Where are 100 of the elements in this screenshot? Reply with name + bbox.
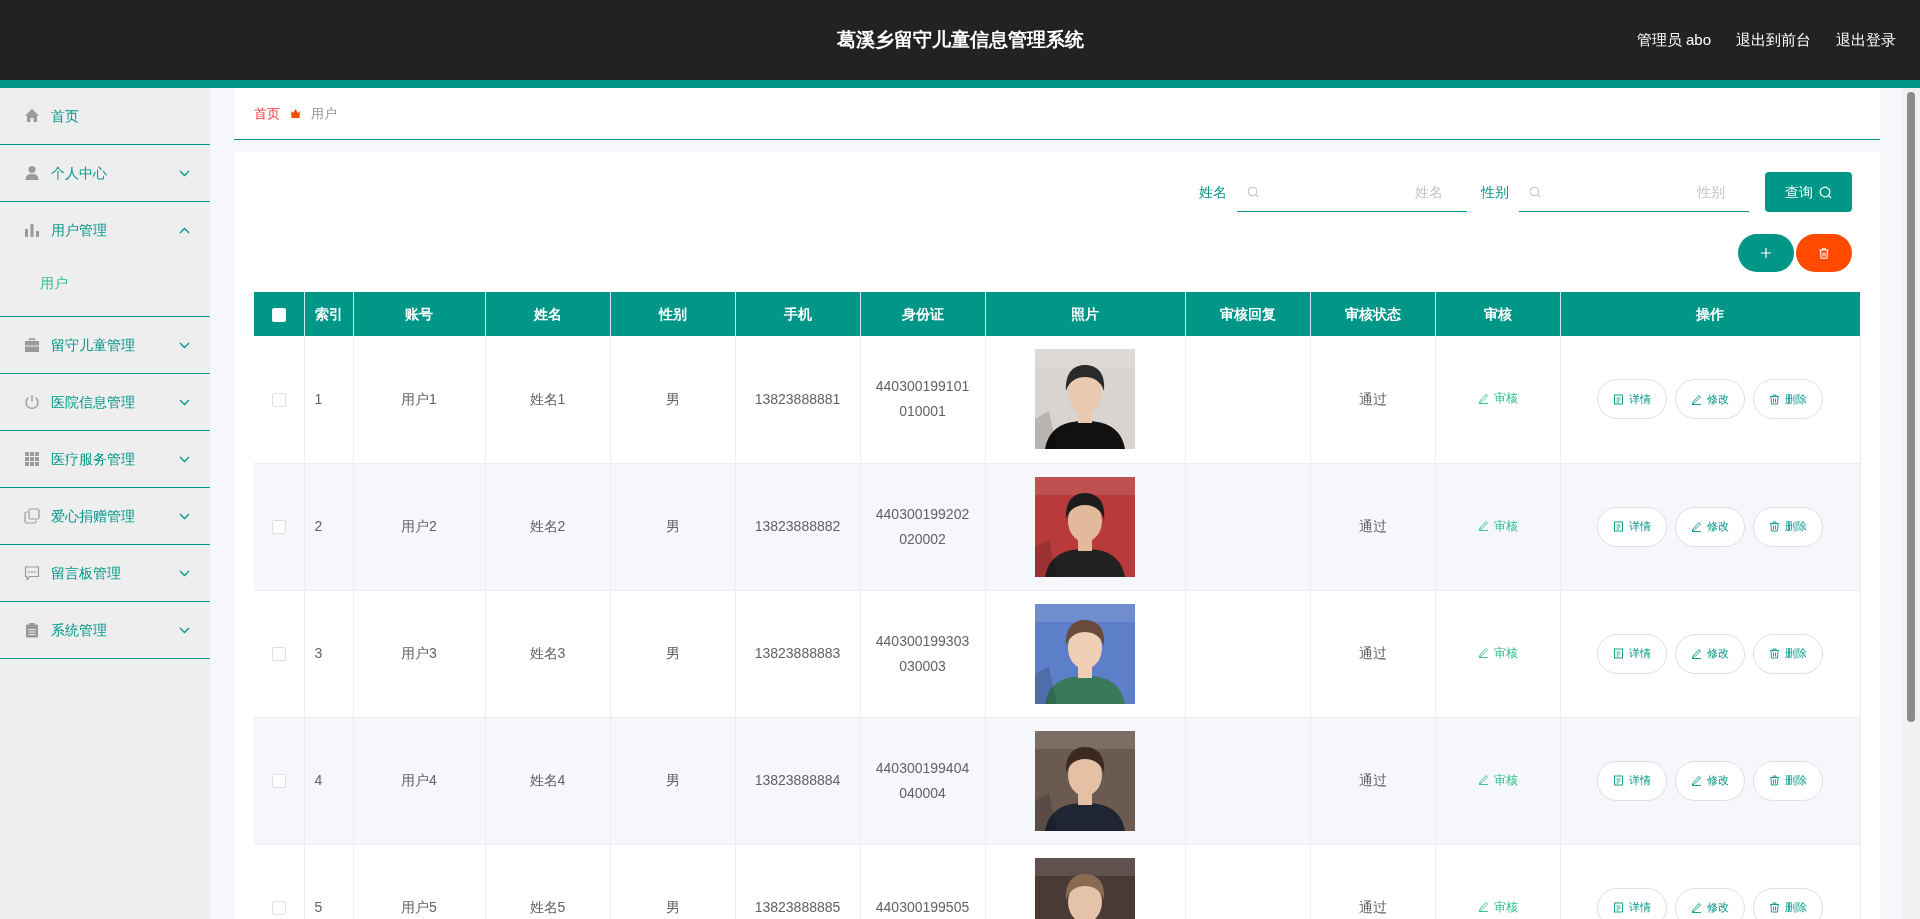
delete-button[interactable]: 删除 [1753,633,1823,674]
row-checkbox[interactable] [271,520,286,535]
review-link[interactable]: 审核 [1477,643,1518,662]
delete-button[interactable] [1796,234,1852,272]
power-icon [24,394,40,410]
grid-icon [24,451,40,467]
detail-button[interactable]: 详情 [1597,887,1667,919]
table-cell: 男 [665,518,680,534]
table-cell: 5 [314,899,323,915]
trash-icon [1769,521,1780,532]
table-cell: 男 [665,645,680,661]
edit-button[interactable]: 修改 [1675,506,1745,547]
header-link[interactable]: 退出登录 [1836,28,1896,52]
sidebar-item[interactable]: 医院信息管理 [0,374,210,430]
review-link[interactable]: 审核 [1477,897,1518,916]
search-field[interactable]: 姓名 [1237,172,1467,212]
plus-icon [1761,248,1771,258]
table-cell: 13823888884 [754,772,841,788]
sidebar-item[interactable]: 用户管理 [0,202,210,258]
user-icon [24,165,40,181]
table-cell: 通过 [1358,390,1387,407]
sidebar-item[interactable]: 医疗服务管理 [0,431,210,487]
edit-button[interactable]: 修改 [1675,887,1745,919]
sidebar-item[interactable]: 留言板管理 [0,545,210,601]
row-checkbox[interactable] [271,774,286,789]
delete-button[interactable]: 删除 [1753,379,1823,420]
detail-button[interactable]: 详情 [1597,506,1667,547]
trash-icon [1769,648,1780,659]
table-cell: 3 [314,645,323,661]
table-cell: 用户2 [401,518,437,534]
document-icon [1613,648,1624,659]
table-cell: 1 [314,390,323,407]
field-label: 性别 [1481,182,1509,202]
trash-icon [1769,902,1780,913]
trash-icon [1769,775,1780,786]
column-header: 索引 [314,305,343,322]
review-link[interactable]: 审核 [1477,516,1518,535]
table-cell: 13823888882 [754,518,841,534]
edit-button[interactable]: 修改 [1675,760,1745,801]
pencil-icon [1691,775,1702,786]
header-link[interactable]: 退出到前台 [1736,28,1811,52]
column-header: 操作 [1696,305,1724,322]
detail-button[interactable]: 详情 [1597,379,1667,420]
delete-button[interactable]: 删除 [1753,506,1823,547]
document-icon [1613,393,1624,405]
pencil-icon [1477,520,1489,531]
edit-button[interactable]: 修改 [1675,379,1745,420]
breadcrumb-current: 用户 [311,104,337,123]
table-cell: 2 [314,518,323,534]
sidebar-item[interactable]: 留守儿童管理 [0,317,210,373]
home-icon [24,108,40,124]
pencil-icon [1477,774,1489,785]
column-header: 审核 [1483,305,1512,322]
add-button[interactable] [1738,234,1794,272]
sidebar-item[interactable]: 爱心捐赠管理 [0,488,210,544]
trash-icon [1819,247,1829,259]
pencil-icon [1691,521,1702,532]
table-cell: 13823888881 [754,390,841,407]
pencil-icon [1477,901,1489,912]
search-button[interactable]: 查询 [1765,172,1852,212]
table-cell-text: 440300199202 020002 [875,504,970,549]
trash-icon [1769,393,1780,405]
select-all-checkbox[interactable] [271,307,286,322]
bar-chart-icon [24,222,40,238]
sidebar-item[interactable]: 首页 [0,88,210,144]
delete-button[interactable]: 删除 [1753,887,1823,919]
column-header: 照片 [1071,305,1099,322]
detail-button[interactable]: 详情 [1597,633,1667,674]
scrollbar-thumb[interactable] [1907,92,1915,722]
edit-button[interactable]: 修改 [1675,633,1745,674]
table-cell-text: 440300199404 040004 [875,758,970,803]
sidebar-subitem[interactable]: 用户 [0,258,210,308]
table-cell-text: 440300199505 [875,898,970,917]
column-header: 姓名 [533,305,562,322]
crown-icon [290,108,301,119]
header-link[interactable]: 管理员 abo [1636,28,1711,52]
table-cell: 用户5 [401,899,437,915]
search-field[interactable]: 性别 [1519,172,1749,212]
table-cell: 通过 [1358,772,1387,788]
table-cell: 姓名4 [529,772,566,788]
detail-button[interactable]: 详情 [1597,760,1667,801]
table-cell: 用户3 [401,645,437,661]
table-cell: 用户4 [401,772,437,788]
pencil-icon [1691,393,1702,405]
row-checkbox[interactable] [271,647,286,662]
row-checkbox[interactable] [271,393,286,408]
table-cell: 姓名3 [529,645,566,661]
review-link[interactable]: 审核 [1477,389,1518,408]
sidebar-item[interactable]: 个人中心 [0,145,210,201]
breadcrumb-link[interactable]: 首页 [254,103,280,124]
column-header: 手机 [783,305,812,322]
field-label: 姓名 [1199,182,1227,202]
sidebar-item[interactable]: 系统管理 [0,602,210,658]
pencil-icon [1691,902,1702,913]
document-icon [1613,902,1624,913]
document-icon [1613,775,1624,786]
delete-button[interactable]: 删除 [1753,760,1823,801]
copy-icon [24,508,40,524]
row-checkbox[interactable] [271,901,286,916]
review-link[interactable]: 审核 [1477,770,1518,789]
